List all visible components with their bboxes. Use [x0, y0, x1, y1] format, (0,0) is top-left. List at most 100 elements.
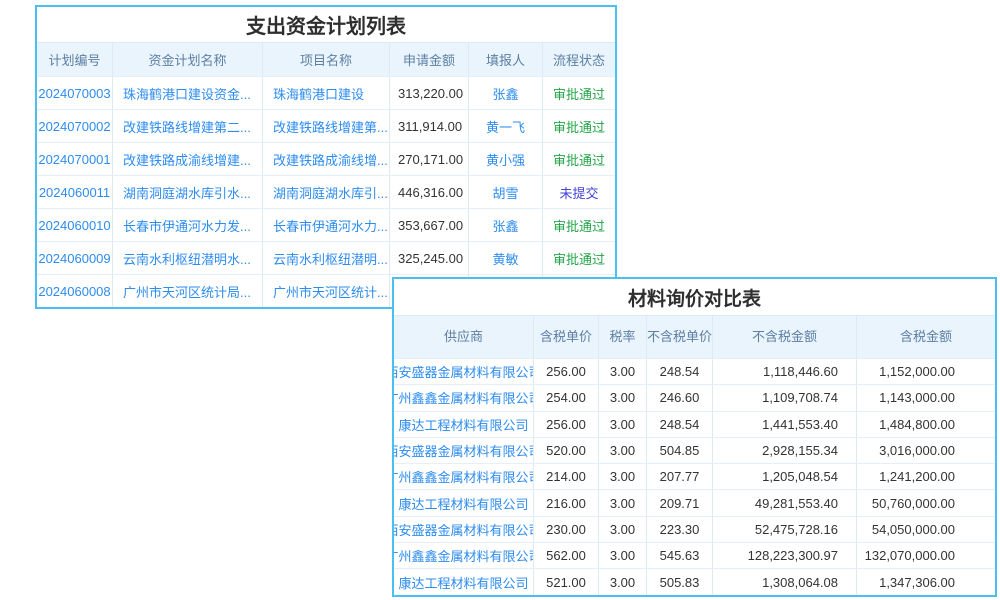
no-tax-amount-cell: 1,205,048.54	[713, 464, 857, 489]
plan-no-link[interactable]: 2024060009	[37, 242, 113, 274]
tax-amount-cell: 1,347,306.00	[857, 569, 995, 594]
table-row: 2024070001 改建铁路成渝线增建... 改建铁路成渝线增... 270,…	[37, 142, 615, 175]
fund-plan-name-cell[interactable]: 云南水利枢纽潜明水...	[113, 242, 263, 274]
project-name-cell: 珠海鹤港口建设	[263, 77, 390, 109]
fund-plan-name-cell[interactable]: 珠海鹤港口建设资金...	[113, 77, 263, 109]
col-header-tax-rate: 税率	[599, 316, 647, 358]
status-cell: 审批通过	[543, 242, 615, 274]
project-name-cell: 改建铁路线增建第...	[263, 110, 390, 142]
tax-amount-cell: 54,050,000.00	[857, 517, 995, 542]
table-row: 2024060011 湖南洞庭湖水库引水... 湖南洞庭湖水库引... 446,…	[37, 175, 615, 208]
supplier-link[interactable]: 康达工程材料有限公司	[394, 569, 534, 594]
status-cell: 审批通过	[543, 77, 615, 109]
table-row: 广州鑫鑫金属材料有限公司 562.00 3.00 545.63 128,223,…	[394, 542, 995, 568]
fund-plan-name-cell[interactable]: 长春市伊通河水力发...	[113, 209, 263, 241]
tax-rate-cell: 3.00	[599, 464, 647, 489]
apply-amount-cell: 446,316.00	[390, 176, 469, 208]
apply-amount-cell: 353,667.00	[390, 209, 469, 241]
no-tax-price-cell: 545.63	[647, 543, 713, 568]
no-tax-amount-cell: 1,308,064.08	[713, 569, 857, 594]
filler-cell: 黄小强	[469, 143, 543, 175]
material-inquiry-title: 材料询价对比表	[394, 279, 995, 316]
no-tax-price-cell: 248.54	[647, 359, 713, 384]
table-row: 2024060009 云南水利枢纽潜明水... 云南水利枢纽潜明... 325,…	[37, 241, 615, 274]
status-cell: 未提交	[543, 176, 615, 208]
tax-amount-cell: 1,143,000.00	[857, 385, 995, 410]
supplier-link[interactable]: 广州鑫鑫金属材料有限公司	[394, 464, 534, 489]
plan-no-link[interactable]: 2024060011	[37, 176, 113, 208]
expense-fund-plan-header-row: 计划编号 资金计划名称 项目名称 申请金额 填报人 流程状态	[37, 43, 615, 76]
apply-amount-cell: 311,914.00	[390, 110, 469, 142]
tax-price-cell: 216.00	[534, 490, 599, 515]
supplier-link[interactable]: 康达工程材料有限公司	[394, 490, 534, 515]
no-tax-price-cell: 505.83	[647, 569, 713, 594]
tax-amount-cell: 132,070,000.00	[857, 543, 995, 568]
tax-price-cell: 254.00	[534, 385, 599, 410]
filler-cell: 张鑫	[469, 77, 543, 109]
col-header-apply-amount: 申请金额	[390, 43, 469, 76]
plan-no-link[interactable]: 2024070002	[37, 110, 113, 142]
fund-plan-name-cell[interactable]: 广州市天河区统计局...	[113, 275, 263, 307]
table-row: 西安盛器金属材料有限公司 256.00 3.00 248.54 1,118,44…	[394, 358, 995, 384]
supplier-link[interactable]: 康达工程材料有限公司	[394, 412, 534, 437]
plan-no-link[interactable]: 2024060010	[37, 209, 113, 241]
supplier-link[interactable]: 广州鑫鑫金属材料有限公司	[394, 385, 534, 410]
material-inquiry-comparison-panel: 材料询价对比表 供应商 含税单价 税率 不含税单价 不含税金额 含税金额 西安盛…	[392, 277, 997, 597]
tax-amount-cell: 50,760,000.00	[857, 490, 995, 515]
tax-rate-cell: 3.00	[599, 438, 647, 463]
apply-amount-cell: 313,220.00	[390, 77, 469, 109]
project-name-cell: 湖南洞庭湖水库引...	[263, 176, 390, 208]
table-row: 康达工程材料有限公司 256.00 3.00 248.54 1,441,553.…	[394, 411, 995, 437]
plan-no-link[interactable]: 2024070001	[37, 143, 113, 175]
apply-amount-cell: 270,171.00	[390, 143, 469, 175]
no-tax-price-cell: 209.71	[647, 490, 713, 515]
filler-cell: 张鑫	[469, 209, 543, 241]
col-header-tax-amount: 含税金额	[857, 316, 995, 358]
table-row: 康达工程材料有限公司 521.00 3.00 505.83 1,308,064.…	[394, 568, 995, 594]
filler-cell: 黄一飞	[469, 110, 543, 142]
tax-amount-cell: 1,241,200.00	[857, 464, 995, 489]
col-header-status: 流程状态	[543, 43, 615, 76]
material-inquiry-header-row: 供应商 含税单价 税率 不含税单价 不含税金额 含税金额	[394, 316, 995, 358]
table-row: 康达工程材料有限公司 216.00 3.00 209.71 49,281,553…	[394, 489, 995, 515]
tax-amount-cell: 1,152,000.00	[857, 359, 995, 384]
table-row: 西安盛器金属材料有限公司 230.00 3.00 223.30 52,475,7…	[394, 516, 995, 542]
col-header-supplier: 供应商	[394, 316, 534, 358]
table-row: 广州鑫鑫金属材料有限公司 254.00 3.00 246.60 1,109,70…	[394, 384, 995, 410]
tax-amount-cell: 3,016,000.00	[857, 438, 995, 463]
table-row: 2024070003 珠海鹤港口建设资金... 珠海鹤港口建设 313,220.…	[37, 76, 615, 109]
no-tax-price-cell: 246.60	[647, 385, 713, 410]
expense-fund-plan-title: 支出资金计划列表	[37, 7, 615, 43]
supplier-link[interactable]: 西安盛器金属材料有限公司	[394, 517, 534, 542]
no-tax-price-cell: 223.30	[647, 517, 713, 542]
no-tax-amount-cell: 1,441,553.40	[713, 412, 857, 437]
plan-no-link[interactable]: 2024070003	[37, 77, 113, 109]
col-header-no-tax-price: 不含税单价	[647, 316, 713, 358]
plan-no-link[interactable]: 2024060008	[37, 275, 113, 307]
tax-rate-cell: 3.00	[599, 359, 647, 384]
fund-plan-name-cell[interactable]: 改建铁路线增建第二...	[113, 110, 263, 142]
fund-plan-name-cell[interactable]: 湖南洞庭湖水库引水...	[113, 176, 263, 208]
table-row: 广州鑫鑫金属材料有限公司 214.00 3.00 207.77 1,205,04…	[394, 463, 995, 489]
project-name-cell: 改建铁路成渝线增...	[263, 143, 390, 175]
col-header-filler: 填报人	[469, 43, 543, 76]
table-row: 2024060010 长春市伊通河水力发... 长春市伊通河水力... 353,…	[37, 208, 615, 241]
col-header-tax-price: 含税单价	[534, 316, 599, 358]
tax-rate-cell: 3.00	[599, 490, 647, 515]
supplier-link[interactable]: 西安盛器金属材料有限公司	[394, 359, 534, 384]
tax-rate-cell: 3.00	[599, 569, 647, 594]
table-row: 2024070002 改建铁路线增建第二... 改建铁路线增建第... 311,…	[37, 109, 615, 142]
no-tax-price-cell: 207.77	[647, 464, 713, 489]
tax-rate-cell: 3.00	[599, 517, 647, 542]
apply-amount-cell: 325,245.00	[390, 242, 469, 274]
supplier-link[interactable]: 广州鑫鑫金属材料有限公司	[394, 543, 534, 568]
status-cell: 审批通过	[543, 209, 615, 241]
no-tax-price-cell: 504.85	[647, 438, 713, 463]
tax-rate-cell: 3.00	[599, 385, 647, 410]
project-name-cell: 云南水利枢纽潜明...	[263, 242, 390, 274]
fund-plan-name-cell[interactable]: 改建铁路成渝线增建...	[113, 143, 263, 175]
supplier-link[interactable]: 西安盛器金属材料有限公司	[394, 438, 534, 463]
project-name-cell: 广州市天河区统计...	[263, 275, 390, 307]
tax-price-cell: 256.00	[534, 359, 599, 384]
filler-cell: 黄敏	[469, 242, 543, 274]
